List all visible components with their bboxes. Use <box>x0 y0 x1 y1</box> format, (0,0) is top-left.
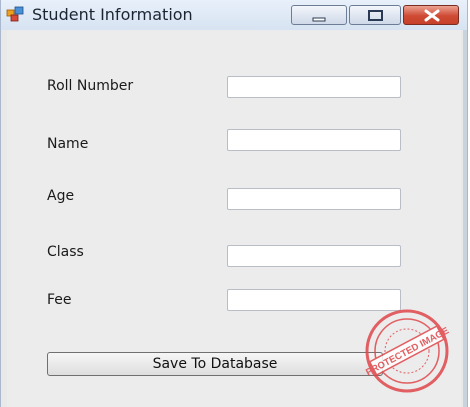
window-title: Student Information <box>32 5 193 24</box>
minimize-icon <box>312 17 326 22</box>
age-input[interactable] <box>227 188 401 210</box>
form-app-icon <box>6 6 24 22</box>
fee-label: Fee <box>47 292 72 308</box>
roll-number-input[interactable] <box>227 76 401 98</box>
maximize-icon <box>368 10 383 21</box>
title-bar[interactable]: Student Information <box>1 0 467 30</box>
close-button[interactable] <box>403 5 459 25</box>
save-to-database-button[interactable]: Save To Database <box>47 352 383 376</box>
maximize-button[interactable] <box>349 5 401 25</box>
class-input[interactable] <box>227 245 401 267</box>
class-label: Class <box>47 244 84 260</box>
window-border-edge <box>463 30 467 407</box>
protected-image-stamp: PROTECTED IMAGE <box>364 309 451 393</box>
close-icon <box>424 9 440 22</box>
minimize-button[interactable] <box>291 5 347 25</box>
name-input[interactable] <box>227 129 401 151</box>
age-label: Age <box>47 188 75 204</box>
stamp-text: PROTECTED IMAGE <box>364 325 451 378</box>
roll-number-label: Roll Number <box>47 78 134 94</box>
name-label: Name <box>47 136 89 152</box>
student-information-window: Student Information Roll Number Name Age… <box>0 0 468 407</box>
